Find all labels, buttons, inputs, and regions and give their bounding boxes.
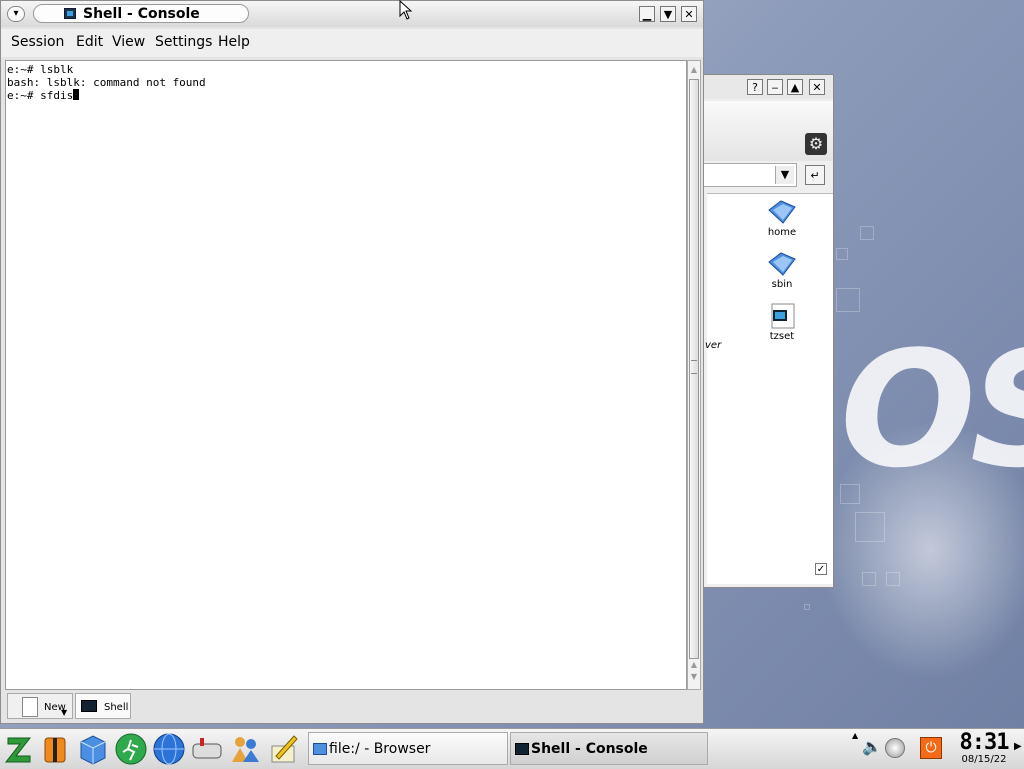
terminal-prompt-line: e:~# sfdis bbox=[7, 89, 686, 102]
clock-time: 8:31 bbox=[959, 730, 1010, 755]
grip-icon bbox=[691, 360, 697, 374]
maximize-button[interactable]: ▲ bbox=[787, 79, 803, 95]
task-browser-label: file:/ - Browser bbox=[329, 741, 431, 757]
terminal-icon bbox=[81, 700, 97, 712]
menu-help[interactable]: Help bbox=[218, 34, 250, 50]
new-session-button[interactable]: New ▼ bbox=[7, 693, 73, 719]
taskbar: file:/ - Browser Shell - Console ▲ 🔈 ⏻ 8… bbox=[0, 728, 1024, 769]
people-icon[interactable] bbox=[228, 732, 262, 766]
terminal-scrollbar[interactable]: ▲ ▲ ▼ bbox=[687, 60, 701, 690]
file-label-partial: ver bbox=[705, 340, 722, 351]
desktop: OS ? ‒ ▲ ✕ ⚙ ▼ ↵ home bbox=[0, 0, 1024, 728]
window-title-pill[interactable]: Shell - Console bbox=[33, 4, 249, 23]
minimize-button[interactable]: ▁ bbox=[639, 6, 655, 22]
file-item-tzset[interactable]: tzset bbox=[757, 302, 807, 342]
tab-shell[interactable]: Shell bbox=[75, 693, 131, 719]
power-icon[interactable]: ⏻ bbox=[920, 737, 942, 759]
scroll-up-icon[interactable]: ▲ bbox=[688, 63, 700, 77]
file-item-home[interactable]: home bbox=[757, 198, 807, 238]
file-view[interactable]: home sbin tzset ver bbox=[705, 193, 833, 584]
maximize-button[interactable]: ▼ bbox=[660, 6, 676, 22]
wallpaper-square bbox=[886, 572, 900, 586]
package-box-icon[interactable] bbox=[76, 732, 110, 766]
browser-window[interactable]: ? ‒ ▲ ✕ ⚙ ▼ ↵ home sbin tzset ver ✓ bbox=[700, 74, 834, 588]
folder-icon bbox=[767, 198, 797, 224]
close-button[interactable]: ✕ bbox=[809, 79, 825, 95]
gear-icon[interactable]: ⚙ bbox=[805, 133, 827, 155]
terminal-line: bash: lsblk: command not found bbox=[7, 76, 206, 89]
menu-view[interactable]: View bbox=[112, 34, 145, 50]
clock-date: 08/15/22 bbox=[961, 754, 1007, 765]
wallpaper-square bbox=[862, 572, 876, 586]
terminal-cursor bbox=[73, 89, 80, 100]
pen-notepad-icon[interactable] bbox=[266, 732, 300, 766]
wallpaper-square bbox=[836, 248, 848, 260]
file-item-sbin[interactable]: sbin bbox=[757, 250, 807, 290]
location-input[interactable]: ▼ bbox=[701, 163, 797, 187]
folder-icon bbox=[767, 250, 797, 276]
wallpaper-square bbox=[840, 484, 860, 504]
speaker-icon[interactable]: 🔈 bbox=[862, 737, 882, 759]
menu-settings[interactable]: Settings bbox=[155, 34, 212, 50]
chevron-down-icon[interactable]: ▼ bbox=[775, 166, 794, 184]
browser-toolbar: ⚙ bbox=[701, 101, 833, 161]
help-button[interactable]: ? bbox=[747, 79, 763, 95]
terminal-icon bbox=[64, 8, 76, 19]
console-window[interactable]: ▾ Shell - Console ▁ ▼ ✕ Session Edit Vie… bbox=[0, 0, 704, 724]
window-title: Shell - Console bbox=[83, 6, 200, 22]
file-label: sbin bbox=[771, 279, 793, 290]
close-button[interactable]: ✕ bbox=[681, 6, 697, 22]
terminal-line: e:~# lsblk bbox=[7, 63, 74, 76]
new-document-icon bbox=[22, 697, 38, 717]
scrollbar-thumb[interactable] bbox=[689, 79, 699, 659]
file-label: tzset bbox=[769, 331, 795, 342]
menu-edit[interactable]: Edit bbox=[76, 34, 103, 50]
resize-checkbox[interactable]: ✓ bbox=[815, 563, 827, 575]
tray-expand-icon[interactable]: ▲ bbox=[852, 731, 858, 743]
go-button[interactable]: ↵ bbox=[805, 165, 825, 185]
running-man-icon[interactable] bbox=[114, 732, 148, 766]
minimize-button[interactable]: ‒ bbox=[767, 79, 783, 95]
task-browser[interactable]: file:/ - Browser bbox=[308, 732, 508, 765]
session-tabbar: New ▼ Shell bbox=[5, 692, 701, 722]
terminal-icon bbox=[515, 743, 529, 755]
task-console[interactable]: Shell - Console bbox=[510, 732, 708, 765]
wallpaper-square bbox=[860, 226, 874, 240]
globe-icon[interactable] bbox=[152, 732, 186, 766]
console-titlebar[interactable]: ▾ Shell - Console ▁ ▼ ✕ bbox=[1, 1, 703, 27]
taskbar-arrow-icon[interactable]: ▶ bbox=[1014, 741, 1022, 752]
folder-icon bbox=[313, 743, 327, 755]
menubar: Session Edit View Settings Help bbox=[1, 29, 703, 57]
wallpaper-square bbox=[855, 512, 885, 542]
start-menu-icon[interactable] bbox=[2, 732, 36, 766]
terminal-area[interactable]: e:~# lsblk bash: lsblk: command not foun… bbox=[5, 60, 687, 690]
clock[interactable]: 8:31 08/15/22 bbox=[956, 731, 1012, 767]
mouse-pointer-icon bbox=[399, 0, 413, 20]
media-disc-icon[interactable] bbox=[885, 738, 905, 758]
tab-shell-label: Shell bbox=[104, 702, 129, 713]
window-menu-button[interactable]: ▾ bbox=[7, 6, 25, 22]
life-vest-icon[interactable] bbox=[38, 732, 72, 766]
task-console-label: Shell - Console bbox=[531, 741, 648, 757]
chevron-down-icon: ▼ bbox=[61, 708, 68, 717]
mailbox-icon[interactable] bbox=[190, 732, 224, 766]
browser-titlebar[interactable]: ? ‒ ▲ ✕ bbox=[701, 75, 833, 99]
wallpaper-square bbox=[836, 288, 860, 312]
file-label: home bbox=[767, 227, 797, 238]
prompt-text: e:~# sfdis bbox=[7, 89, 74, 102]
scroll-down-icon[interactable]: ▲ ▼ bbox=[688, 659, 700, 687]
menu-session[interactable]: Session bbox=[11, 34, 64, 50]
wallpaper-logo: OS bbox=[840, 316, 1024, 503]
executable-icon bbox=[767, 302, 797, 329]
wallpaper-square bbox=[804, 604, 810, 610]
